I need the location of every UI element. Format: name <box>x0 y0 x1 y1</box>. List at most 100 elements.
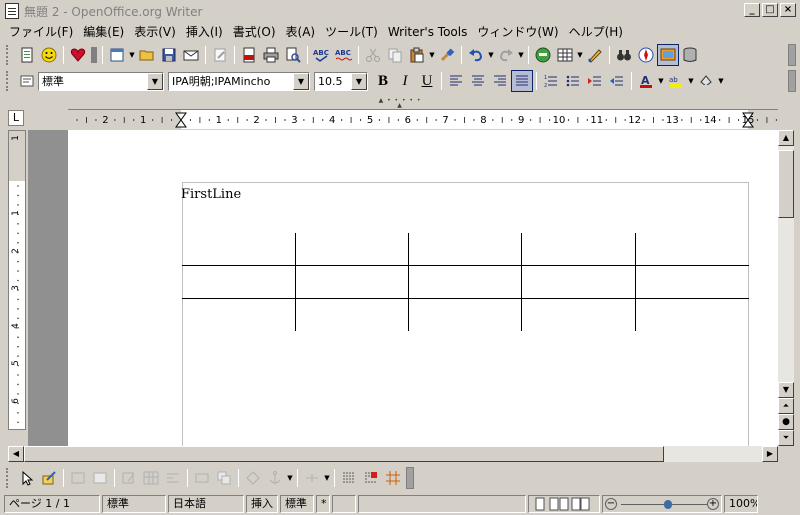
table-icon[interactable] <box>554 44 576 66</box>
paste-icon[interactable] <box>406 44 428 66</box>
menu-insert[interactable]: 挿入(I) <box>181 23 228 41</box>
autospellcheck-icon[interactable]: ABC <box>333 44 355 66</box>
menu-table[interactable]: 表(A) <box>281 23 321 41</box>
vertical-ruler[interactable]: 1 1 2 3 4 5 6 <box>8 130 26 430</box>
chevron-down-icon[interactable]: ▼ <box>428 51 436 59</box>
previous-page-icon[interactable]: ⏶ <box>778 398 794 414</box>
font-name-select[interactable]: IPA明朝;IPAMincho ▼ <box>168 71 310 91</box>
menu-edit[interactable]: 編集(E) <box>78 23 129 41</box>
align-left-icon[interactable] <box>445 70 467 92</box>
background-color-icon[interactable] <box>695 70 717 92</box>
left-indent-marker[interactable] <box>175 112 187 128</box>
select-arrow-icon[interactable] <box>16 467 38 489</box>
insert-object-icon[interactable] <box>89 467 111 489</box>
highlighting-icon[interactable]: ab <box>665 70 687 92</box>
scroll-up-icon[interactable]: ▲ <box>778 130 794 146</box>
splitter-handle-icon[interactable]: ▲ • • • • • ▲ <box>378 98 422 109</box>
undo-icon[interactable] <box>465 44 487 66</box>
new-document-icon[interactable] <box>16 44 38 66</box>
spellcheck-icon[interactable]: ABC <box>311 44 333 66</box>
navigator-compass-icon[interactable] <box>635 44 657 66</box>
heart-icon[interactable] <box>67 44 89 66</box>
menu-file[interactable]: ファイル(F) <box>4 23 78 41</box>
tab-stop-selector[interactable]: L <box>8 110 24 126</box>
zoom-knob[interactable] <box>664 499 673 509</box>
bring-forward-icon[interactable] <box>242 467 264 489</box>
anchor-icon[interactable] <box>264 467 286 489</box>
cut-icon[interactable] <box>362 44 384 66</box>
insert-frame-icon[interactable] <box>67 467 89 489</box>
chevron-down-icon[interactable]: ▼ <box>576 51 584 59</box>
zoom-slider[interactable]: − + <box>602 494 722 513</box>
overflow-handle-icon[interactable] <box>89 44 99 66</box>
export-pdf-icon[interactable] <box>238 44 260 66</box>
insert-mode[interactable]: 挿入 <box>246 494 278 513</box>
navigation-icon[interactable]: ● <box>778 414 794 430</box>
edit-frame-icon[interactable] <box>118 467 140 489</box>
align-center-icon[interactable] <box>467 70 489 92</box>
chevron-down-icon[interactable]: ▼ <box>293 72 309 90</box>
horizontal-scrollbar[interactable]: ◀ ▶ <box>8 446 778 462</box>
grid-display-icon[interactable] <box>338 467 360 489</box>
database-icon[interactable] <box>679 44 701 66</box>
close-button[interactable]: × <box>780 3 796 17</box>
multi-page-view-icon[interactable] <box>549 497 569 511</box>
menu-window[interactable]: ウィンドウ(W) <box>472 23 563 41</box>
chevron-down-icon[interactable]: ▼ <box>717 77 725 85</box>
bold-icon[interactable]: B <box>372 70 394 92</box>
numbering-icon[interactable]: 12 <box>540 70 562 92</box>
vertical-scroll-thumb[interactable] <box>778 150 794 218</box>
helplines-icon[interactable] <box>382 467 404 489</box>
page-style[interactable]: 標準 <box>102 494 166 513</box>
horizontal-ruler[interactable]: 21123456789101112131415 <box>68 109 778 129</box>
open-icon[interactable] <box>136 44 158 66</box>
book-view-icon[interactable] <box>571 497 591 511</box>
document-canvas[interactable]: FirstLine <box>68 130 778 446</box>
chevron-down-icon[interactable]: ▼ <box>517 51 525 59</box>
menu-format[interactable]: 書式(O) <box>228 23 281 41</box>
redo-icon[interactable] <box>495 44 517 66</box>
table-grid-icon[interactable] <box>140 467 162 489</box>
templates-icon[interactable] <box>106 44 128 66</box>
document-first-line[interactable]: FirstLine <box>181 187 241 202</box>
minimize-button[interactable]: _ <box>744 3 760 17</box>
menu-tools[interactable]: ツール(T) <box>320 23 383 41</box>
chevron-down-icon[interactable]: ▼ <box>147 72 163 90</box>
zoom-in-icon[interactable]: + <box>707 497 719 510</box>
chevron-down-icon[interactable]: ▼ <box>286 474 294 482</box>
print-preview-icon[interactable] <box>282 44 304 66</box>
align-icon[interactable] <box>301 467 323 489</box>
menu-help[interactable]: ヘルプ(H) <box>564 23 628 41</box>
chevron-down-icon[interactable]: ▼ <box>687 77 695 85</box>
scroll-left-icon[interactable]: ◀ <box>8 446 24 462</box>
document-modified[interactable]: * <box>316 494 330 513</box>
save-icon[interactable] <box>158 44 180 66</box>
maximize-button[interactable]: □ <box>762 3 778 17</box>
snap-to-grid-icon[interactable] <box>360 467 382 489</box>
navigator-icon[interactable] <box>532 44 554 66</box>
toolbar-overflow-button[interactable] <box>406 467 414 489</box>
underline-icon[interactable]: U <box>416 70 438 92</box>
menu-view[interactable]: 表示(V) <box>129 23 181 41</box>
language[interactable]: 日本語 <box>168 494 244 513</box>
toolbar-grip[interactable] <box>6 468 12 488</box>
increase-indent-icon[interactable] <box>606 70 628 92</box>
toolbar-grip[interactable] <box>6 71 12 91</box>
align-objects-icon[interactable] <box>191 467 213 489</box>
next-page-icon[interactable]: ⏷ <box>778 430 794 446</box>
draw-functions-icon[interactable] <box>38 467 60 489</box>
chevron-down-icon[interactable]: ▼ <box>323 474 331 482</box>
email-icon[interactable] <box>180 44 202 66</box>
font-size-select[interactable]: 10.5 ▼ <box>314 71 368 91</box>
zoom-out-icon[interactable]: − <box>605 497 617 510</box>
chevron-down-icon[interactable]: ▼ <box>487 51 495 59</box>
chevron-down-icon[interactable]: ▼ <box>657 77 665 85</box>
zoom-percent[interactable]: 100% <box>724 494 758 513</box>
wrap-icon[interactable] <box>162 467 184 489</box>
page-indicator[interactable]: ページ 1 / 1 <box>4 494 100 513</box>
gallery-icon[interactable] <box>657 44 679 66</box>
decrease-indent-icon[interactable] <box>584 70 606 92</box>
align-right-icon[interactable] <box>489 70 511 92</box>
find-icon[interactable] <box>613 44 635 66</box>
chevron-down-icon[interactable]: ▼ <box>128 51 136 59</box>
